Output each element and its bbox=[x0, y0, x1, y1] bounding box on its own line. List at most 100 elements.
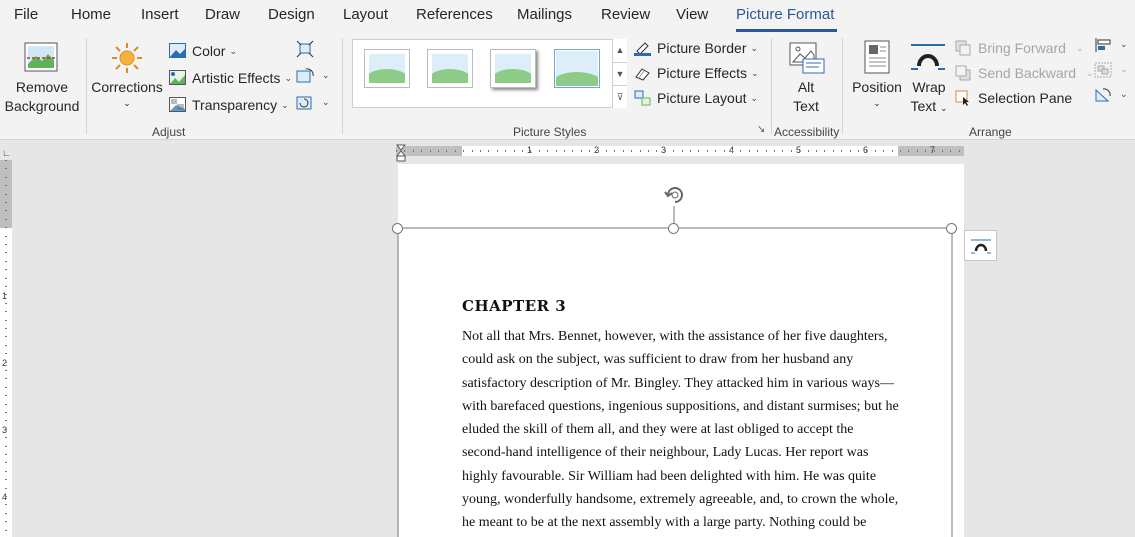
tab-insert[interactable]: Insert bbox=[141, 6, 179, 23]
ruler-tick bbox=[572, 150, 573, 152]
gallery-more[interactable]: ⊽ bbox=[612, 85, 627, 108]
group-icon bbox=[1094, 62, 1112, 78]
chevron-down-icon: ⌄ bbox=[1086, 67, 1094, 78]
chevron-down-icon: ⌄ bbox=[750, 92, 759, 103]
chevron-down-icon: ⌄ bbox=[873, 98, 881, 108]
resize-handle[interactable] bbox=[668, 223, 679, 234]
picture-layout-button[interactable]: Picture Layout ⌄ bbox=[634, 87, 758, 109]
picture-style-thumbnail[interactable] bbox=[554, 49, 600, 88]
tab-selector-icon[interactable]: ∟ bbox=[2, 148, 11, 158]
tab-review[interactable]: Review bbox=[601, 6, 650, 23]
resize-handle[interactable] bbox=[946, 223, 957, 234]
tab-file[interactable]: File bbox=[14, 6, 38, 23]
alt-text-button[interactable]: Alt Text bbox=[775, 34, 837, 120]
ruler-tick bbox=[5, 244, 7, 245]
tab-references[interactable]: References bbox=[416, 6, 493, 23]
ruler-tick bbox=[5, 362, 7, 363]
picture-effects-button[interactable]: Picture Effects ⌄ bbox=[634, 62, 759, 84]
ruler-tick bbox=[497, 150, 498, 152]
corrections-label: Corrections bbox=[91, 79, 163, 95]
picture-layout-label: Picture Layout bbox=[657, 90, 747, 106]
layout-options-button[interactable] bbox=[964, 230, 997, 261]
transparency-label: Transparency bbox=[192, 97, 278, 113]
color-label: Color bbox=[192, 43, 226, 59]
color-button[interactable]: Color ⌄ bbox=[169, 40, 237, 62]
transparency-button[interactable]: Transparency ⌄ bbox=[169, 94, 289, 116]
horizontal-ruler[interactable]: 1 2 3 4 5 6 7 bbox=[396, 144, 964, 162]
vertical-ruler[interactable]: 1 2 3 4 bbox=[0, 160, 12, 537]
ruler-tick bbox=[5, 446, 7, 447]
wrap-text-button[interactable]: Wrap Text ⌄ bbox=[906, 34, 952, 120]
ruler-tick bbox=[5, 462, 7, 463]
ruler-tick bbox=[614, 150, 615, 152]
ruler-tick bbox=[959, 150, 960, 152]
alt-text-label-1: Alt bbox=[797, 79, 815, 95]
ruler-tick bbox=[732, 150, 733, 152]
dialog-launcher-icon[interactable]: ↘ bbox=[757, 124, 765, 135]
picture-style-thumbnail[interactable] bbox=[364, 49, 410, 88]
ruler-tick bbox=[892, 150, 893, 152]
divider bbox=[842, 38, 843, 134]
tab-draw[interactable]: Draw bbox=[205, 6, 240, 23]
ruler-tick bbox=[404, 150, 405, 152]
chevron-down-icon: ⌄ bbox=[229, 45, 238, 56]
ruler-tick bbox=[866, 150, 867, 152]
ruler-tick bbox=[858, 150, 859, 152]
ruler-tick bbox=[724, 150, 725, 152]
remove-background-button[interactable]: Remove Background bbox=[0, 34, 84, 120]
tab-view[interactable]: View bbox=[676, 6, 708, 23]
ruler-tick bbox=[396, 150, 397, 152]
resize-handle[interactable] bbox=[392, 223, 403, 234]
tab-home[interactable]: Home bbox=[71, 6, 111, 23]
bring-forward-button[interactable]: Bring Forward ⌄ bbox=[955, 37, 1083, 59]
rotate-button[interactable]: ⌄ bbox=[1094, 87, 1130, 107]
artistic-effects-icon bbox=[169, 70, 187, 86]
divider bbox=[342, 38, 343, 134]
tab-picture-format[interactable]: Picture Format bbox=[736, 6, 834, 23]
align-icon bbox=[1095, 38, 1111, 52]
send-backward-button[interactable]: Send Backward ⌄ bbox=[955, 62, 1094, 84]
ruler-tick bbox=[5, 177, 7, 178]
ruler-tick bbox=[505, 150, 506, 152]
picture-style-thumbnail[interactable] bbox=[427, 49, 473, 88]
paragraph-line: highly favourable. Sir William had been … bbox=[462, 468, 877, 484]
reset-picture-button[interactable]: ⌄ bbox=[296, 95, 330, 115]
picture-effects-icon bbox=[634, 65, 652, 81]
ruler-tick bbox=[539, 150, 540, 152]
align-button[interactable]: ⌄ bbox=[1094, 37, 1130, 57]
ruler-tick bbox=[5, 286, 7, 287]
ruler-tick bbox=[5, 504, 7, 505]
position-button[interactable]: Position ⌄ bbox=[848, 34, 906, 120]
send-backward-label: Send Backward bbox=[978, 65, 1077, 81]
group-objects-button[interactable]: ⌄ bbox=[1094, 62, 1130, 82]
artistic-effects-button[interactable]: Artistic Effects ⌄ bbox=[169, 67, 292, 89]
ruler-tick bbox=[5, 236, 7, 237]
gallery-scroll-down[interactable]: ▼ bbox=[612, 62, 627, 85]
color-icon bbox=[169, 43, 187, 59]
picture-border-button[interactable]: Picture Border ⌄ bbox=[634, 37, 758, 59]
ruler-tick bbox=[757, 150, 758, 152]
indent-marker-icon[interactable] bbox=[396, 144, 406, 162]
tab-layout[interactable]: Layout bbox=[343, 6, 388, 23]
ruler-tick bbox=[5, 488, 7, 489]
change-picture-button[interactable]: ⌄ bbox=[296, 68, 330, 88]
rotate-handle-icon[interactable] bbox=[662, 182, 688, 208]
gallery-scroll-up[interactable]: ▲ bbox=[612, 39, 627, 62]
ruler-tick bbox=[5, 320, 7, 321]
selection-pane-button[interactable]: Selection Pane bbox=[955, 87, 1072, 109]
ruler-tick bbox=[816, 150, 817, 152]
ruler-tick bbox=[5, 311, 7, 312]
ruler-tick bbox=[438, 150, 439, 152]
ruler-tick bbox=[640, 150, 641, 152]
document-body[interactable]: Not all that Mrs. Bennet, however, with … bbox=[462, 325, 899, 535]
corrections-button[interactable]: Corrections ⌄ bbox=[89, 34, 165, 120]
tab-design[interactable]: Design bbox=[268, 6, 315, 23]
ruler-tick bbox=[5, 185, 7, 186]
tab-mailings[interactable]: Mailings bbox=[517, 6, 572, 23]
picture-style-thumbnail[interactable] bbox=[490, 49, 536, 88]
alt-text-icon bbox=[789, 42, 825, 74]
transparency-icon bbox=[169, 97, 187, 113]
compress-pictures-button[interactable] bbox=[296, 40, 316, 60]
ruler-tick bbox=[833, 150, 834, 152]
ruler-tick bbox=[799, 150, 800, 152]
